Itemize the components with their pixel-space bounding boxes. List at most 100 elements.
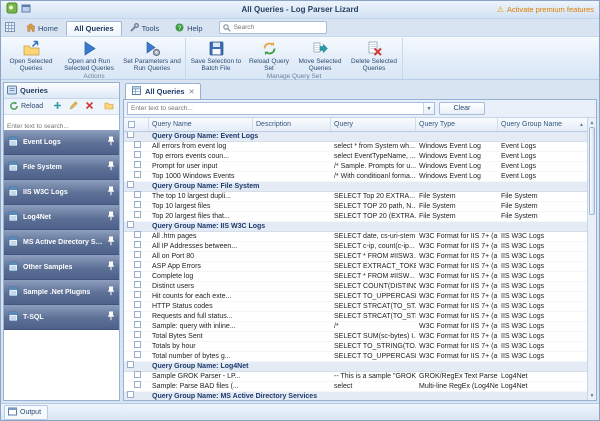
table-row[interactable]: Total number of bytes g... SELECT TO_UPP… — [124, 352, 587, 362]
row-checkbox[interactable] — [134, 351, 141, 358]
reload-query-set-button[interactable]: Reload Query Set — [245, 38, 293, 72]
save-selection-to-batch-file-button[interactable]: Save Selection to Batch File — [187, 38, 245, 72]
table-row[interactable]: Hit counts for each exte... SELECT TO_UP… — [124, 292, 587, 302]
reload-button[interactable]: Reload — [7, 100, 45, 114]
ribbon-search-input[interactable] — [234, 24, 323, 31]
tab-all-queries[interactable]: All Queries — [66, 21, 122, 36]
row-checkbox[interactable] — [134, 191, 141, 198]
row-checkbox[interactable] — [134, 231, 141, 238]
scroll-track[interactable] — [588, 215, 596, 391]
pin-icon[interactable] — [107, 311, 115, 323]
vertical-scrollbar[interactable]: ▲ ▼ — [587, 118, 596, 400]
column-header-query-group-name[interactable]: Query Group Name ▲ — [498, 118, 587, 131]
row-checkbox[interactable] — [134, 251, 141, 258]
sidebar-item-file-system[interactable]: File System — [4, 155, 119, 180]
sidebar-item-t-sql[interactable]: T-SQL — [4, 305, 119, 330]
row-checkbox[interactable] — [134, 381, 141, 388]
output-tab[interactable]: Output — [4, 405, 48, 420]
tab-help[interactable]: ? Help — [167, 21, 210, 36]
table-row[interactable]: Prompt for user input /* Sample. Prompts… — [124, 162, 587, 172]
sidebar-item-event-logs[interactable]: Event Logs — [4, 130, 119, 155]
row-checkbox[interactable] — [134, 321, 141, 328]
column-header-query-name[interactable]: Query Name — [149, 118, 253, 131]
group-row[interactable]: Query Group Name: File System — [124, 182, 587, 192]
row-checkbox[interactable] — [134, 331, 141, 338]
table-row[interactable]: Top 20 largest files that... SELECT TOP … — [124, 212, 587, 222]
sidebar-item-ms-active-directory-services[interactable]: MS Active Directory Services — [4, 230, 119, 255]
document-tab-all-queries[interactable]: All Queries ✕ — [125, 83, 201, 99]
add-query-button[interactable] — [51, 100, 64, 113]
table-row[interactable]: The top 10 largest dupli... SELECT Top 2… — [124, 192, 587, 202]
table-row[interactable]: All .htm pages SELECT date, cs-uri-stem … — [124, 232, 587, 242]
row-checkbox[interactable] — [134, 301, 141, 308]
tab-close-icon[interactable]: ✕ — [189, 88, 195, 96]
row-checkbox[interactable] — [134, 281, 141, 288]
pin-icon[interactable] — [107, 211, 115, 223]
select-all-checkbox[interactable] — [128, 121, 135, 128]
table-row[interactable]: HTTP Status codes SELECT STRCAT(TO_ST...… — [124, 302, 587, 312]
table-row[interactable]: Sample: query with inline... /* W3C Form… — [124, 322, 587, 332]
table-row[interactable]: Sample: Parse BAD files (... select Mult… — [124, 382, 587, 392]
sidebar-item-iis-w3c-logs[interactable]: IIS W3C Logs — [4, 180, 119, 205]
group-checkbox[interactable] — [127, 221, 134, 228]
pin-icon[interactable] — [107, 236, 115, 248]
row-checkbox[interactable] — [134, 151, 141, 158]
group-row[interactable]: Query Group Name: Log4Net — [124, 362, 587, 372]
pin-icon[interactable] — [107, 186, 115, 198]
sidebar-item-log4net[interactable]: Log4Net — [4, 205, 119, 230]
pin-icon[interactable] — [107, 286, 115, 298]
column-header-query-type[interactable]: Query Type — [416, 118, 498, 131]
table-row[interactable]: Top errors events coun... select EventTy… — [124, 152, 587, 162]
row-checkbox[interactable] — [134, 211, 141, 218]
group-row[interactable]: Query Group Name: IIS W3C Logs — [124, 222, 587, 232]
row-checkbox[interactable] — [134, 291, 141, 298]
set-parameters-and-run-button[interactable]: Set Parameters and Run Queries — [120, 38, 184, 72]
grid-filter-input[interactable] — [128, 103, 423, 114]
tab-tools[interactable]: Tools — [122, 21, 168, 36]
column-header-query[interactable]: Query — [331, 118, 416, 131]
tab-home[interactable]: Home — [18, 21, 66, 36]
row-checkbox[interactable] — [134, 261, 141, 268]
row-checkbox[interactable] — [134, 241, 141, 248]
table-row[interactable]: Complete log SELECT * FROM #IISW... W3C … — [124, 272, 587, 282]
clear-button[interactable]: Clear — [439, 102, 485, 115]
table-row[interactable]: Total Bytes Sent SELECT SUM(sc-bytes) I.… — [124, 332, 587, 342]
ribbon-search-box[interactable] — [219, 21, 327, 34]
table-row[interactable]: All errors from event log select * from … — [124, 142, 587, 152]
column-header-description[interactable]: Description — [253, 118, 331, 131]
premium-features-link[interactable]: ⚠ Activate premium features — [497, 5, 594, 14]
group-checkbox[interactable] — [127, 181, 134, 188]
pin-icon[interactable] — [107, 136, 115, 148]
delete-query-button[interactable] — [83, 100, 96, 113]
row-checkbox[interactable] — [134, 371, 141, 378]
table-row[interactable]: Totals by hour SELECT TO_STRING(TO... W3… — [124, 342, 587, 352]
row-checkbox[interactable] — [134, 311, 141, 318]
group-row[interactable]: Query Group Name: MS Active Directory Se… — [124, 392, 587, 400]
sidebar-item-sample-net-plugins[interactable]: Sample .Net Plugins — [4, 280, 119, 305]
row-checkbox[interactable] — [134, 141, 141, 148]
open-folder-button[interactable] — [102, 100, 116, 113]
table-row[interactable]: All IP Addresses between... SELECT c-ip,… — [124, 242, 587, 252]
pin-icon[interactable] — [107, 161, 115, 173]
group-row[interactable]: Query Group Name: Event Logs — [124, 132, 587, 142]
table-row[interactable]: ASP App Errors SELECT EXTRACT_TOKE... W3… — [124, 262, 587, 272]
table-row[interactable]: Top 10 largest files SELECT TOP 20 path,… — [124, 202, 587, 212]
edit-query-button[interactable] — [67, 100, 80, 113]
row-checkbox[interactable] — [134, 341, 141, 348]
row-checkbox[interactable] — [134, 201, 141, 208]
move-selected-queries-button[interactable]: Move Selected Queries — [293, 38, 347, 72]
row-checkbox[interactable] — [134, 161, 141, 168]
quick-access-icon[interactable] — [21, 1, 32, 19]
row-checkbox[interactable] — [134, 171, 141, 178]
row-checkbox[interactable] — [134, 271, 141, 278]
group-checkbox[interactable] — [127, 132, 134, 138]
scroll-thumb[interactable] — [589, 127, 595, 215]
table-row[interactable]: All on Port 80 SELECT * FROM #IISW3... W… — [124, 252, 587, 262]
delete-selected-queries-button[interactable]: Delete Selected Queries — [347, 38, 401, 72]
sidebar-item-other-samples[interactable]: Other Samples — [4, 255, 119, 280]
table-row[interactable]: Distinct users SELECT COUNT(DISTINC... W… — [124, 282, 587, 292]
app-menu-icon[interactable] — [5, 19, 15, 37]
group-checkbox[interactable] — [127, 391, 134, 398]
filter-dropdown-button[interactable]: ▼ — [423, 103, 434, 114]
table-row[interactable]: Top 1000 Windows Events /* With conditio… — [124, 172, 587, 182]
